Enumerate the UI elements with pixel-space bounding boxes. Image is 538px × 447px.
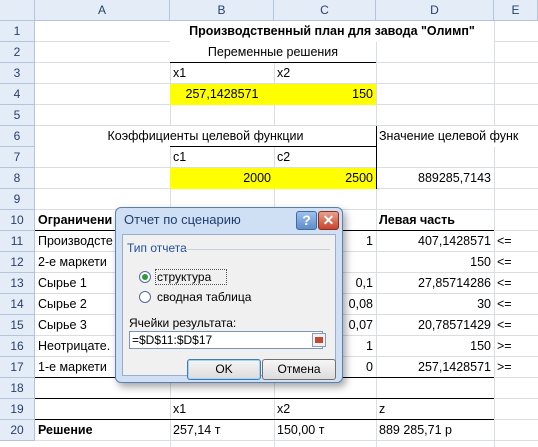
sheet-title[interactable]: Производственный план для завода "Олимп" (170, 21, 494, 42)
pivot-table-radio[interactable] (139, 291, 151, 303)
constraint-lhs[interactable]: 27,85714286 (376, 273, 494, 294)
row-header-9[interactable]: 9 (0, 189, 35, 210)
row-header-5[interactable]: 5 (0, 105, 35, 126)
scenario-report-dialog: Отчет по сценарию ? ✕ Тип отчета структу… (115, 207, 343, 383)
constraint-lhs[interactable]: 150 (376, 336, 494, 357)
column-header-b[interactable]: B (170, 0, 274, 21)
cell-b20[interactable]: 257,14 т (170, 420, 274, 441)
constraint-sign[interactable]: >= (494, 357, 538, 378)
cell-c8[interactable]: 2500 (274, 168, 376, 189)
ok-button[interactable]: OK (187, 359, 261, 380)
row-header-12[interactable]: 12 (0, 252, 35, 273)
cell-d20[interactable]: 889 285,71 р (376, 420, 494, 441)
row-header-19[interactable]: 19 (0, 399, 35, 420)
report-type-label: Тип отчета (127, 241, 187, 255)
row-header-8[interactable]: 8 (0, 168, 35, 189)
constraint-sign[interactable]: <= (494, 273, 538, 294)
cell-c7[interactable]: c2 (274, 147, 376, 168)
cell-b4[interactable]: 257,1428571 (170, 84, 274, 105)
help-button[interactable]: ? (296, 211, 317, 230)
coefficients-header[interactable]: Коэффициенты целевой функции (35, 126, 376, 147)
row-header-17[interactable]: 17 (0, 357, 35, 378)
structure-radio[interactable] (139, 271, 151, 283)
constraint-sign[interactable]: <= (494, 252, 538, 273)
result-cells-value: =$D$11:$D$17 (132, 333, 213, 347)
range-select-icon[interactable] (312, 333, 326, 347)
row-header-11[interactable]: 11 (0, 231, 35, 252)
result-cells-input[interactable]: =$D$11:$D$17 (129, 331, 326, 349)
cell-b3[interactable]: x1 (170, 63, 274, 84)
cell-b19[interactable]: x1 (170, 399, 274, 420)
radio-selected-dot (142, 274, 148, 280)
cell-d19[interactable]: z (376, 399, 494, 420)
cell-b7[interactable]: c1 (170, 147, 274, 168)
dialog-body: Тип отчета структура сводная таблица Яче… (122, 234, 336, 380)
row-header-4[interactable]: 4 (0, 84, 35, 105)
pivot-table-radio-label[interactable]: сводная таблица (157, 290, 251, 304)
constraint-lhs[interactable]: 30 (376, 294, 494, 315)
range-select-arrow (315, 337, 323, 343)
column-header-a[interactable]: A (35, 0, 170, 21)
cell-a20[interactable]: Решение (35, 420, 170, 441)
constraint-sign[interactable]: >= (494, 336, 538, 357)
constraint-lhs[interactable]: 407,1428571 (376, 231, 494, 252)
row-header-2[interactable]: 2 (0, 42, 35, 63)
constraint-lhs[interactable]: 20,78571429 (376, 315, 494, 336)
decision-vars-header[interactable]: Переменные решения (170, 42, 376, 63)
close-button[interactable]: ✕ (318, 211, 339, 230)
constraint-sign[interactable]: <= (494, 315, 538, 336)
row-header-1[interactable]: 1 (0, 21, 35, 42)
cell-d8[interactable]: 889285,7143 (376, 168, 494, 189)
cell-b8[interactable]: 2000 (170, 168, 274, 189)
group-divider (185, 249, 330, 250)
column-header-c[interactable]: C (274, 0, 376, 21)
row-header-15[interactable]: 15 (0, 315, 35, 336)
row-header-6[interactable]: 6 (0, 126, 35, 147)
row-header-13[interactable]: 13 (0, 273, 35, 294)
constraint-lhs[interactable]: 150 (376, 252, 494, 273)
cell-c20[interactable]: 150,00 т (274, 420, 376, 441)
dialog-title: Отчет по сценарию (124, 212, 241, 227)
row-header-16[interactable]: 16 (0, 336, 35, 357)
constraint-sign[interactable]: <= (494, 231, 538, 252)
row-header-7[interactable]: 7 (0, 147, 35, 168)
row-header-18[interactable]: 18 (0, 378, 35, 399)
row-header-14[interactable]: 14 (0, 294, 35, 315)
cancel-button[interactable]: Отмена (262, 359, 336, 380)
select-all-corner[interactable] (0, 0, 35, 21)
constraint-lhs[interactable]: 257,1428571 (376, 357, 494, 378)
column-header-e[interactable]: E (494, 0, 538, 21)
cell-d10[interactable]: Левая часть (376, 210, 494, 231)
column-header-d[interactable]: D (376, 0, 494, 21)
result-cells-label: Ячейки результата: (129, 316, 237, 330)
constraint-sign[interactable]: <= (494, 294, 538, 315)
row-header-20[interactable]: 20 (0, 420, 35, 441)
row-header-10[interactable]: 10 (0, 210, 35, 231)
objective-value-header[interactable]: Значение целевой функ (376, 126, 538, 147)
cell-c4[interactable]: 150 (274, 84, 376, 105)
cell-c3[interactable]: x2 (274, 63, 376, 84)
cell-c19[interactable]: x2 (274, 399, 376, 420)
structure-radio-label[interactable]: структура (157, 270, 211, 284)
row-header-3[interactable]: 3 (0, 63, 35, 84)
border (35, 398, 494, 399)
